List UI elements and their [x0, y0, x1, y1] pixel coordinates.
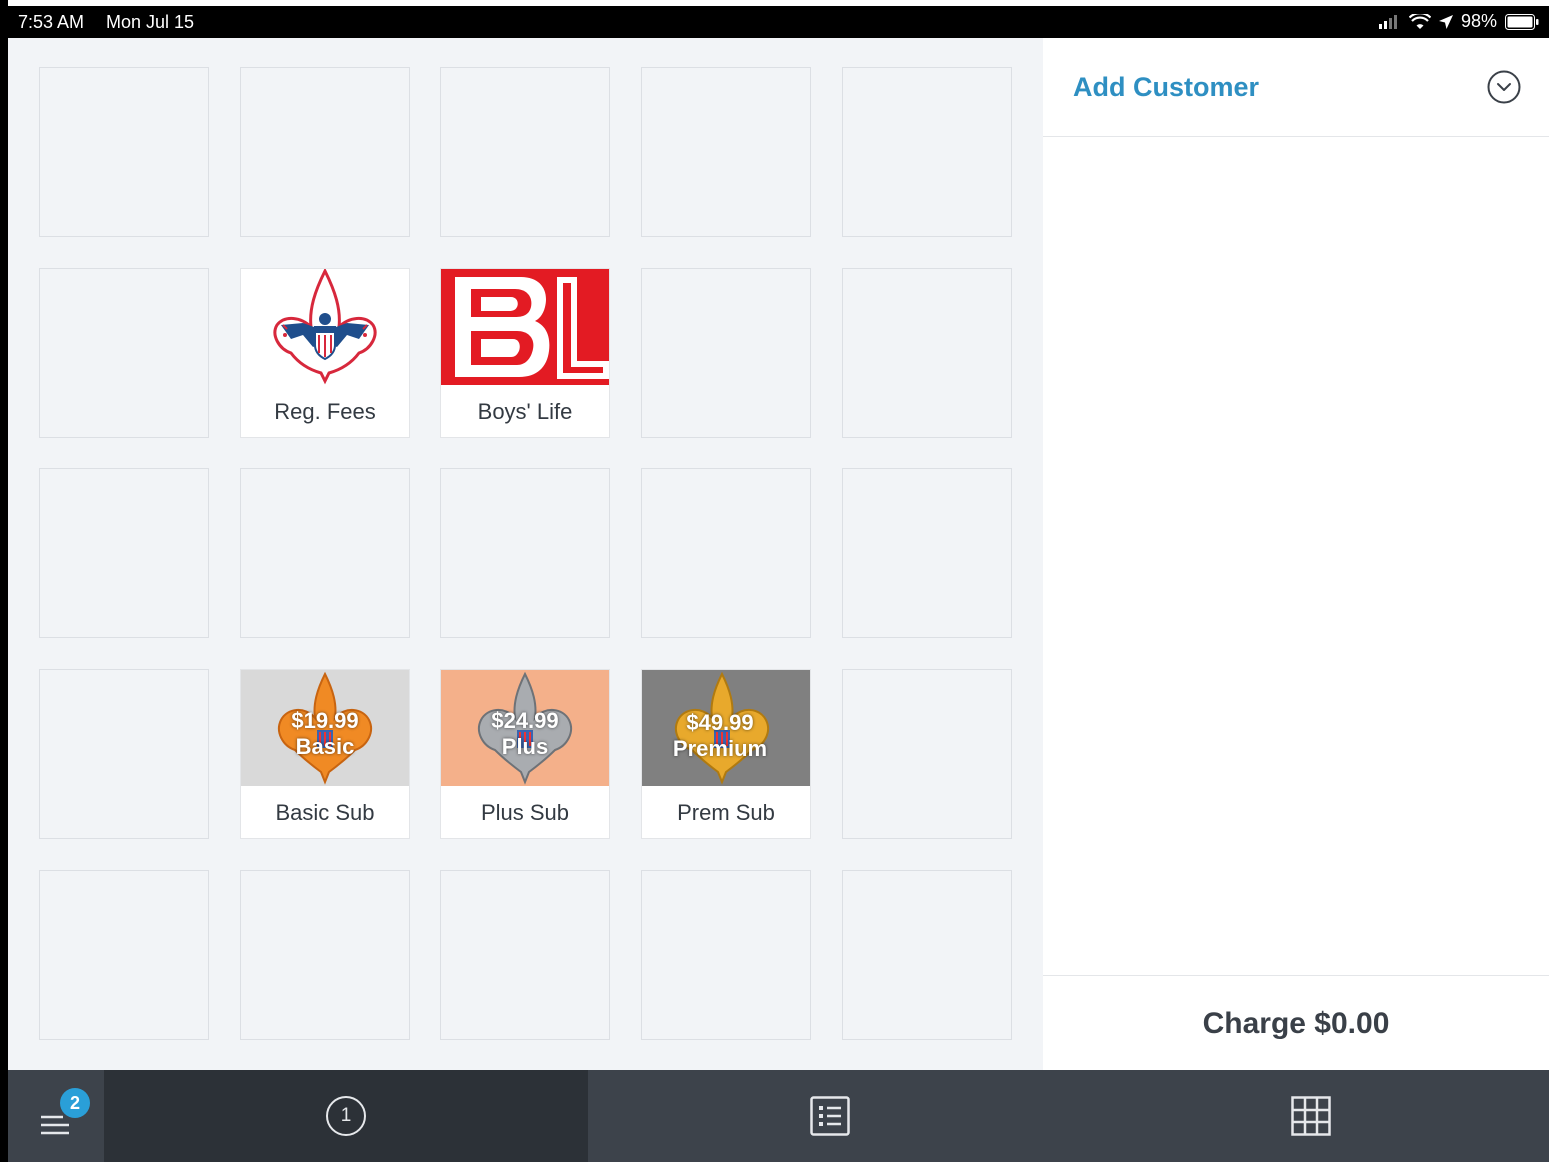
chevron-down-circle-icon[interactable] [1487, 70, 1521, 104]
empty-tile[interactable] [240, 67, 410, 237]
empty-tile[interactable] [641, 468, 811, 638]
price-overlay: $24.99 [491, 708, 559, 733]
empty-tile[interactable] [440, 67, 610, 237]
add-customer-button[interactable]: Add Customer [1073, 72, 1259, 103]
item-label: Reg. Fees [274, 399, 376, 424]
basic-sub-image: $19.99 Basic [241, 670, 409, 786]
empty-tile[interactable] [39, 468, 209, 638]
item-grid-tab[interactable] [1072, 1070, 1549, 1162]
charge-area: Charge $0.00 [1043, 975, 1549, 1071]
cart-number-icon: 1 [326, 1096, 366, 1136]
item-tile-prem-sub[interactable]: $49.99 Premium Prem Sub [641, 669, 811, 839]
empty-tile[interactable] [842, 67, 1012, 237]
prem-sub-image: $49.99 Premium [642, 670, 810, 786]
item-label: Prem Sub [677, 800, 775, 825]
ticket-count-badge: 2 [60, 1088, 90, 1118]
item-grid: Reg. Fees Boys' Life $19.99 Basic Basic … [8, 38, 1043, 1070]
charge-button[interactable]: Charge $0.00 [1043, 976, 1549, 1071]
item-tile-plus-sub[interactable]: $24.99 Plus Plus Sub [440, 669, 610, 839]
battery-icon [1505, 13, 1539, 30]
location-arrow-icon [1438, 14, 1453, 29]
empty-tile[interactable] [240, 870, 410, 1040]
empty-tile[interactable] [440, 468, 610, 638]
boys-life-logo-image [441, 269, 609, 385]
cart-number: 1 [340, 1105, 352, 1126]
empty-tile[interactable] [842, 870, 1012, 1040]
item-label: Plus Sub [480, 800, 570, 825]
empty-tile[interactable] [39, 67, 209, 237]
list-icon [810, 1096, 850, 1136]
bottom-navigation-bar: 2 1 [8, 1070, 1549, 1162]
empty-tile[interactable] [842, 468, 1012, 638]
empty-tile[interactable] [641, 870, 811, 1040]
empty-tile[interactable] [39, 870, 209, 1040]
status-bar: 7:53 AM Mon Jul 15 98% [8, 6, 1549, 38]
tier-overlay: Premium [672, 736, 768, 761]
item-label: Boys' Life [477, 399, 573, 424]
signal-icon [1378, 14, 1397, 29]
empty-tile[interactable] [440, 870, 610, 1040]
item-tile-boys-life[interactable]: Boys' Life [440, 268, 610, 438]
grid-icon [1290, 1096, 1331, 1136]
open-tickets-button[interactable]: 2 [8, 1070, 104, 1162]
bsa-emblem-image [241, 269, 409, 385]
empty-tile[interactable] [39, 669, 209, 839]
status-time: 7:53 AM [18, 12, 85, 32]
status-indicators: 98% [1378, 11, 1539, 32]
status-date: Mon Jul 15 [106, 12, 195, 32]
plus-sub-image: $24.99 Plus [441, 670, 609, 786]
empty-tile[interactable] [842, 268, 1012, 438]
current-cart-tab[interactable]: 1 [104, 1070, 588, 1162]
device-frame [0, 0, 8, 1162]
empty-tile[interactable] [641, 67, 811, 237]
item-label: Basic Sub [275, 800, 375, 825]
empty-tile[interactable] [240, 468, 410, 638]
item-tile-basic-sub[interactable]: $19.99 Basic Basic Sub [240, 669, 410, 839]
empty-tile[interactable] [842, 669, 1012, 839]
battery-percentage: 98% [1460, 11, 1497, 31]
item-tile-reg-fees[interactable]: Reg. Fees [240, 268, 410, 438]
empty-tile[interactable] [39, 268, 209, 438]
wifi-icon [1408, 13, 1431, 29]
tier-overlay: Basic [295, 734, 355, 759]
cart-panel: Add Customer Charge $0.00 [1043, 38, 1549, 1070]
empty-tile[interactable] [641, 268, 811, 438]
library-list-tab[interactable] [588, 1070, 1072, 1162]
customer-header: Add Customer [1043, 38, 1549, 137]
tier-overlay: Plus [501, 734, 549, 759]
price-overlay: $19.99 [291, 708, 359, 733]
price-overlay: $49.99 [686, 710, 754, 735]
